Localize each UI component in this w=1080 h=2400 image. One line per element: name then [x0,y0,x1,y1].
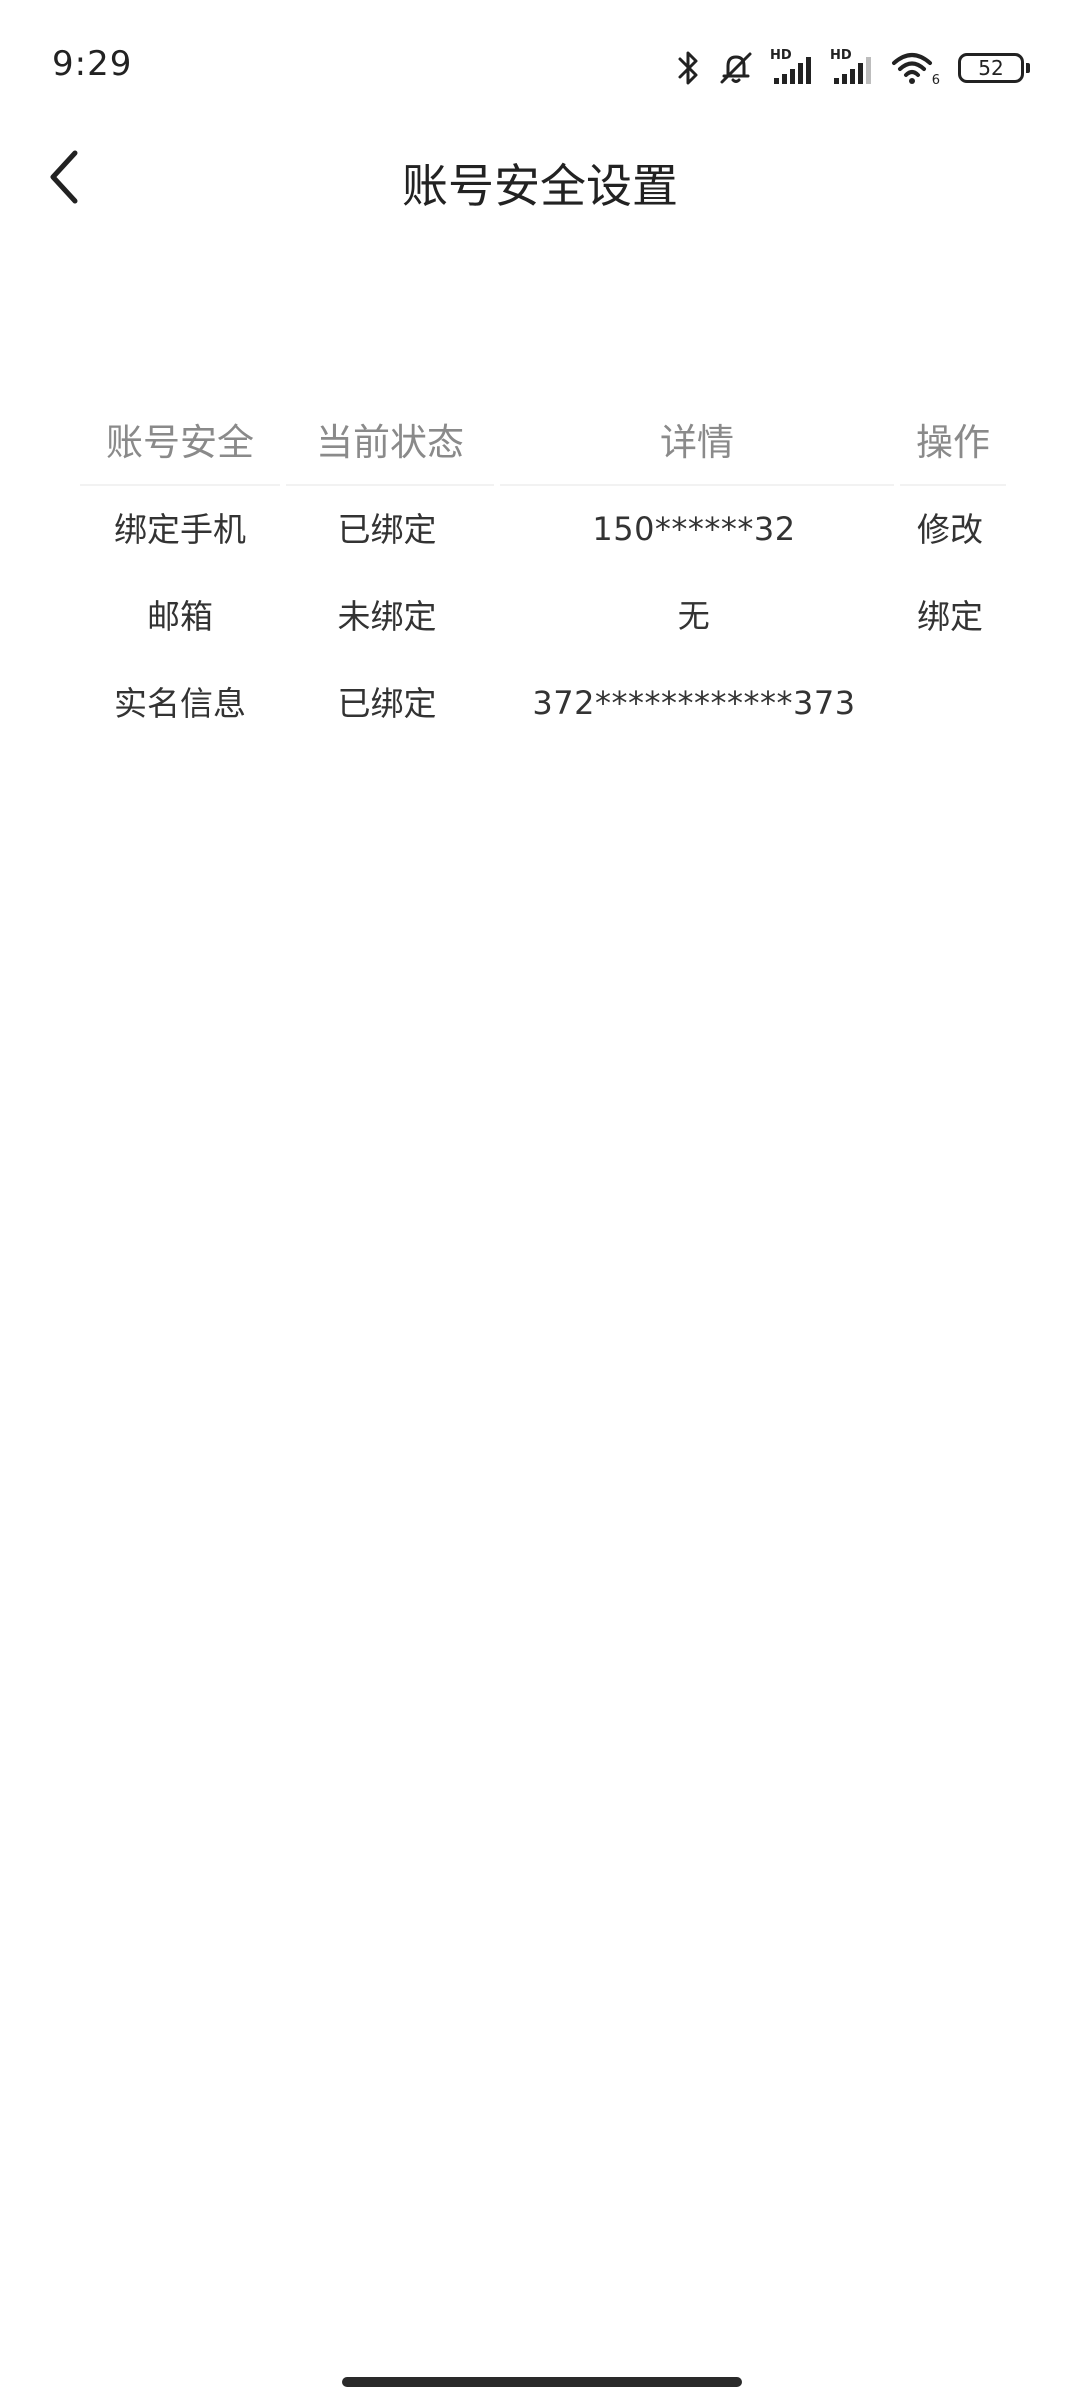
row-detail: 372************373 [532,684,856,722]
table-row-phone: 绑定手机 已绑定 150******32 修改 [80,486,1006,573]
bluetooth-icon [676,48,702,88]
status-bar: 9:29 HD HD 6 52 [0,0,1080,140]
table-row-email: 邮箱 未绑定 无 绑定 [80,573,1006,660]
wifi-icon: 6 [890,48,940,88]
table-header-row: 账号安全 当前状态 详情 操作 [80,400,1006,486]
column-header-current-status: 当前状态 [286,400,494,486]
row-status: 已绑定 [337,510,437,549]
mute-bell-icon [716,48,756,88]
battery-icon: 52 [958,53,1030,83]
status-icons: HD HD 6 52 [676,46,1030,90]
column-header-action: 操作 [900,400,1006,486]
home-indicator[interactable] [342,2377,742,2387]
row-detail: 无 [677,597,711,635]
wifi-standard-label: 6 [931,73,940,88]
table-row-real-name: 实名信息 已绑定 372************373 [80,660,1006,747]
row-detail: 150******32 [592,510,796,548]
cell-signal-2-icon: HD [830,48,876,88]
bind-email-button[interactable]: 绑定 [894,573,1006,660]
header: 账号安全设置 [0,120,1080,240]
cell-signal-icon: HD [770,48,816,88]
account-security-table: 账号安全 当前状态 详情 操作 绑定手机 已绑定 150******32 修改 … [80,400,1006,747]
row-status: 已绑定 [337,684,437,723]
row-status: 未绑定 [337,597,437,636]
column-header-account-security: 账号安全 [80,400,280,486]
row-item-label: 绑定手机 [114,510,246,549]
row-item-label: 实名信息 [114,684,246,723]
row-item-label: 邮箱 [147,597,213,636]
status-time: 9:29 [52,44,133,84]
column-header-details: 详情 [500,400,894,486]
page-title: 账号安全设置 [402,159,678,213]
modify-phone-button[interactable]: 修改 [894,486,1006,573]
battery-level: 52 [978,56,1004,80]
